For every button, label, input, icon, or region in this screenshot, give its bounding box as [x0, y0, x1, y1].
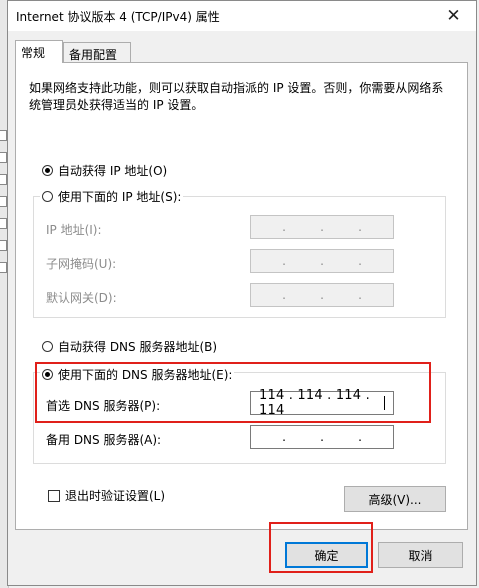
validate-on-exit-checkbox[interactable] [48, 489, 60, 502]
auto-dns-radio[interactable] [42, 341, 53, 352]
validate-on-exit-option[interactable]: 退出时验证设置(L) [48, 487, 165, 504]
subnet-mask-label: 子网掩码(U): [46, 257, 117, 271]
background-tree-expander [0, 262, 7, 273]
default-gateway-label: 默认网关(D): [46, 291, 117, 305]
background-tree-expander [0, 240, 7, 251]
subnet-mask-input[interactable]: ... [250, 249, 394, 273]
alternate-dns-label: 备用 DNS 服务器(A): [46, 433, 162, 447]
ip-address-input[interactable]: ... [250, 215, 394, 239]
background-tree-expander [0, 196, 7, 207]
tab-alternate-configuration[interactable]: 备用配置 [63, 42, 131, 63]
description-text: 如果网络支持此功能，则可以获取自动指派的 IP 设置。否则，你需要从网络系统管理… [29, 81, 444, 112]
close-icon[interactable]: ✕ [431, 1, 476, 31]
validate-on-exit-label: 退出时验证设置(L) [65, 489, 166, 503]
preferred-dns-input[interactable]: 114 . 114 . 114 . 114 [250, 388, 394, 418]
auto-dns-label: 自动获得 DNS 服务器地址(B) [58, 340, 218, 354]
window-title: Internet 协议版本 4 (TCP/IPv4) 属性 [16, 10, 220, 24]
cancel-button[interactable]: 取消 [378, 542, 463, 568]
manual-ip-option[interactable]: 使用下面的 IP 地址(S): [40, 188, 184, 205]
preferred-dns-label: 首选 DNS 服务器(P): [46, 399, 161, 413]
title-bar: Internet 协议版本 4 (TCP/IPv4) 属性 ✕ [8, 1, 476, 31]
tab-alternate-label: 备用配置 [69, 48, 118, 62]
tab-general-label: 常规 [21, 46, 46, 60]
manual-dns-option[interactable]: 使用下面的 DNS 服务器地址(E): [40, 366, 235, 383]
text-caret [384, 396, 385, 410]
auto-ip-option[interactable]: 自动获得 IP 地址(O) [42, 162, 167, 179]
auto-ip-label: 自动获得 IP 地址(O) [58, 164, 168, 178]
background-tree-expander [0, 174, 7, 185]
ip-address-label: IP 地址(I): [46, 223, 102, 237]
background-tree-expander [0, 130, 7, 141]
alternate-dns-input[interactable]: ... [250, 425, 394, 449]
ok-button[interactable]: 确定 [285, 542, 368, 568]
manual-ip-label: 使用下面的 IP 地址(S): [58, 190, 182, 204]
default-gateway-input[interactable]: ... [250, 283, 394, 307]
background-tree-expander [0, 152, 7, 163]
auto-ip-radio[interactable] [42, 165, 53, 176]
advanced-button[interactable]: 高级(V)... [344, 486, 446, 512]
manual-dns-radio[interactable] [42, 369, 53, 380]
tab-general[interactable]: 常规 [15, 40, 63, 63]
manual-dns-label: 使用下面的 DNS 服务器地址(E): [58, 368, 233, 382]
background-tree-expander [0, 218, 7, 229]
manual-dns-group [33, 372, 446, 464]
preferred-dns-value: 114 . 114 . 114 . 114 [259, 388, 370, 418]
manual-ip-radio[interactable] [42, 191, 53, 202]
auto-dns-option[interactable]: 自动获得 DNS 服务器地址(B) [42, 338, 217, 355]
